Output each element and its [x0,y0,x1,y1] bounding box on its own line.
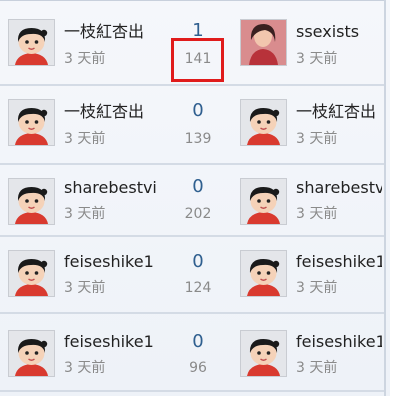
photo-avatar-icon [241,20,286,65]
reply-count: 0 [192,100,204,121]
last-poster-avatar[interactable] [240,178,287,225]
cartoon-avatar-icon [9,331,54,376]
author-avatar[interactable] [8,330,55,377]
author-avatar[interactable] [8,250,55,297]
row-divider [0,312,384,314]
cartoon-avatar-icon [241,251,286,296]
highlight-box [171,38,224,82]
author-avatar[interactable] [8,99,55,146]
view-count: 96 [189,360,207,376]
table-row: sharebestvi 3 天前 0 202 sharebestvi 3 天前 [0,168,384,242]
author-name[interactable]: feiseshike1 [64,332,158,352]
last-poster-name[interactable]: sharebestvi [296,178,382,198]
row-divider [0,235,384,237]
row-divider [0,390,384,392]
reply-count: 0 [192,331,204,352]
row-divider [0,163,384,165]
last-poster-name[interactable]: ssexists [296,22,382,42]
last-post-time: 3 天前 [296,280,338,296]
author-name[interactable]: sharebestvi [64,178,158,198]
right-divider [384,0,386,396]
cartoon-avatar-icon [9,100,54,145]
author-time: 3 天前 [64,131,106,147]
table-row: feiseshike1 3 天前 0 96 feiseshike1 3 天前 [0,318,384,392]
view-count: 139 [184,131,212,147]
last-post-time: 3 天前 [296,131,338,147]
author-time: 3 天前 [64,280,106,296]
cartoon-avatar-icon [241,331,286,376]
last-poster-avatar[interactable] [240,99,287,146]
cartoon-avatar-icon [241,100,286,145]
author-time: 3 天前 [64,360,106,376]
last-post-time: 3 天前 [296,360,338,376]
author-avatar[interactable] [8,19,55,66]
last-post-time: 3 天前 [296,206,338,222]
cartoon-avatar-icon [9,20,54,65]
last-poster-name[interactable]: 一枝紅杏出 [296,102,382,122]
last-poster-avatar[interactable] [240,19,287,66]
cartoon-avatar-icon [241,179,286,224]
cartoon-avatar-icon [9,251,54,296]
last-poster-name[interactable]: feiseshike1 [296,332,382,352]
author-name[interactable]: 一枝紅杏出 [64,102,158,122]
author-avatar[interactable] [8,178,55,225]
author-time: 3 天前 [64,51,106,67]
cartoon-avatar-icon [9,179,54,224]
reply-count: 0 [192,251,204,272]
last-post-time: 3 天前 [296,51,338,67]
last-poster-avatar[interactable] [240,330,287,377]
author-time: 3 天前 [64,206,106,222]
view-count: 124 [184,280,212,296]
last-poster-name[interactable]: feiseshike1 [296,252,382,272]
author-name[interactable]: feiseshike1 [64,252,158,272]
row-divider [0,84,384,86]
author-name[interactable]: 一枝紅杏出 [64,22,158,42]
top-border [0,0,384,7]
table-row: feiseshike1 3 天前 0 124 feiseshike1 3 天前 [0,240,384,314]
view-count: 202 [184,206,212,222]
reply-count: 0 [192,176,204,197]
last-poster-avatar[interactable] [240,250,287,297]
table-row: 一枝紅杏出 3 天前 0 139 一枝紅杏出 3 天前 [0,88,384,162]
thread-list-panel: 一枝紅杏出 3 天前 1 141 ssexists 3 天前 一枝紅杏出 3 天… [0,0,390,396]
